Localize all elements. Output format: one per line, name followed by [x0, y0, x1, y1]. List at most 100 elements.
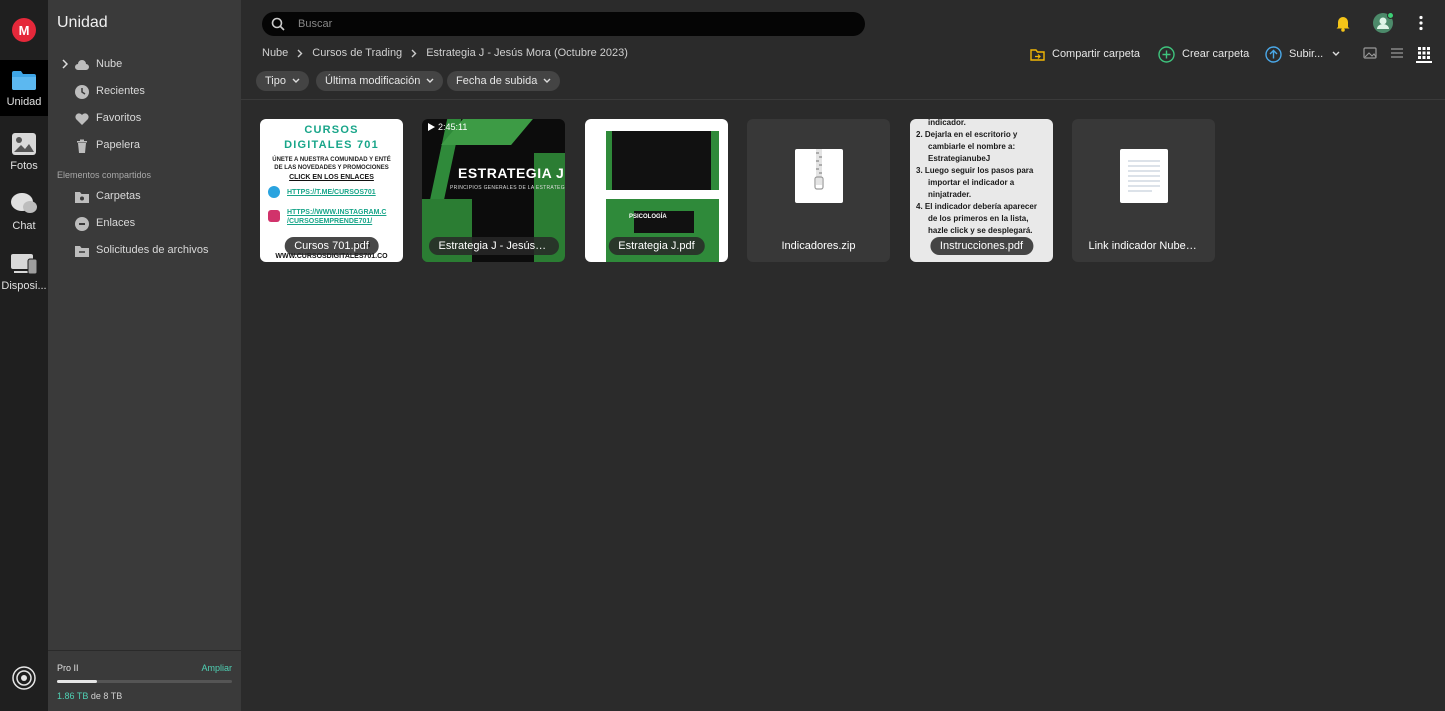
clock-icon	[75, 85, 89, 99]
text-file-icon	[1120, 149, 1168, 203]
sidebar-item-label: Papelera	[96, 139, 141, 151]
more-options-icon[interactable]	[1417, 15, 1425, 31]
preview-heading-line: CURSOS	[304, 124, 359, 136]
search-bar[interactable]	[262, 12, 865, 36]
sidebar-item-recientes[interactable]: Recientes	[48, 81, 241, 103]
preview-line: indicador.	[928, 119, 966, 127]
rail-label: Chat	[12, 220, 36, 232]
folder-icon	[12, 71, 36, 90]
chevron-down-icon[interactable]	[1332, 51, 1340, 57]
sidebar-item-solicitudes[interactable]: Solicitudes de archivos	[48, 240, 241, 262]
sidebar-title: Unidad	[57, 14, 108, 31]
file-name: Indicadores.zip	[781, 240, 856, 252]
sidebar-item-papelera[interactable]: Papelera	[48, 135, 241, 157]
filter-label: Tipo	[265, 75, 286, 87]
file-tile[interactable]: PSICOLOGÍA Estrategia J.pdf	[585, 119, 728, 262]
sidebar-item-nube[interactable]: Nube	[48, 54, 241, 76]
mega-logo[interactable]: M	[12, 18, 36, 42]
header-divider	[241, 99, 1445, 100]
file-name: Cursos 701.pdf	[284, 237, 379, 255]
rail-label: Fotos	[10, 160, 38, 172]
preview-link-instagram: HTTPS://WWW.INSTAGRAM.C /CURSOSEMPRENDE7…	[287, 208, 386, 226]
sidebar-item-label: Recientes	[96, 85, 145, 97]
preview-link-telegram: HTTPS://T.ME/CURSOS701	[287, 189, 376, 196]
rail-item-unidad[interactable]: Unidad	[0, 60, 48, 116]
filter-ultima-modificacion[interactable]: Última modificación	[316, 71, 444, 91]
telegram-icon	[268, 186, 280, 198]
video-duration: 2:45:11	[428, 122, 467, 132]
chevron-down-icon	[426, 78, 434, 83]
photos-icon	[12, 133, 36, 155]
file-tile[interactable]: Indicadores.zip	[747, 119, 890, 262]
preview-line: EstrategianubeJ	[928, 154, 991, 163]
cloud-icon	[75, 60, 89, 70]
plan-name: Pro II	[57, 663, 79, 673]
thumbnail-view-icon[interactable]	[1363, 46, 1377, 60]
filter-fecha-de-subida[interactable]: Fecha de subida	[447, 71, 561, 91]
upgrade-link[interactable]: Ampliar	[201, 663, 232, 673]
sidebar: Unidad Nube Recientes Favoritos Papelera…	[48, 0, 241, 711]
transfer-manager-icon[interactable]	[12, 666, 36, 690]
upload-button[interactable]: Subir...	[1265, 45, 1340, 63]
list-view-icon[interactable]	[1390, 46, 1404, 60]
preview-subtext: ÚNETE A NUESTRA COMUNIDAD Y ENTÉ DE LAS …	[260, 156, 403, 172]
chevron-right-icon[interactable]	[62, 59, 68, 69]
chevron-right-icon	[411, 49, 417, 57]
breadcrumb-current[interactable]: Estrategia J - Jesús Mora (Octubre 2023)	[426, 47, 628, 59]
search-icon	[271, 17, 285, 31]
preview-label: PSICOLOGÍA	[629, 214, 667, 220]
share-folder-button[interactable]: Compartir carpeta	[1030, 45, 1140, 63]
online-status-dot	[1387, 12, 1394, 19]
preview-subtitle: PRINCIPIOS GENERALES DE LA ESTRATEG	[450, 185, 565, 191]
preview-text: indicador. 2. Dejarla en el escritorio y…	[916, 119, 1051, 237]
devices-icon	[11, 254, 38, 275]
create-folder-label: Crear carpeta	[1182, 48, 1250, 60]
file-tile[interactable]: CURSOS DIGITALES 701 ÚNETE A NUESTRA COM…	[260, 119, 403, 262]
preview-slide	[606, 131, 719, 190]
storage-used: 1.86 TB	[57, 691, 89, 701]
preview-subtext-line: DE LAS NOVEDADES Y PROMOCIONES	[274, 165, 389, 171]
file-tile[interactable]: 2:45:11 ESTRATEGIA J PRINCIPIOS GENERALE…	[422, 119, 565, 262]
bell-icon[interactable]	[1335, 15, 1351, 32]
preview-line: de los primeros en la lista,	[928, 214, 1029, 223]
heart-icon	[75, 113, 89, 125]
storage-total: de 8 TB	[90, 691, 123, 701]
sidebar-item-label: Solicitudes de archivos	[96, 244, 209, 256]
search-input[interactable]	[298, 15, 838, 33]
upload-icon	[1265, 45, 1282, 63]
grid-view-icon	[1418, 47, 1430, 59]
preview-line: hazle click y se desplegará.	[928, 226, 1033, 235]
file-name: Link indicador Nube E...	[1088, 240, 1206, 252]
rail-item-chat[interactable]: Chat	[0, 184, 48, 240]
share-folder-label: Compartir carpeta	[1052, 48, 1141, 60]
breadcrumb: Nube Cursos de Trading Estrategia J - Je…	[262, 47, 628, 59]
rail-item-fotos[interactable]: Fotos	[0, 124, 48, 180]
rail-label: Disposi...	[1, 280, 47, 292]
file-tile[interactable]: indicador. 2. Dejarla en el escritorio y…	[910, 119, 1053, 262]
rail-item-dispositivos[interactable]: Disposi...	[0, 244, 48, 300]
storage-bar-fill	[57, 680, 98, 683]
breadcrumb-item[interactable]: Cursos de Trading	[312, 47, 402, 59]
plus-circle-icon	[1158, 45, 1175, 63]
breadcrumb-item[interactable]: Nube	[262, 47, 288, 59]
trash-icon	[77, 139, 87, 153]
link-icon	[75, 217, 89, 231]
grid-view-button[interactable]	[1416, 46, 1432, 63]
preview-heading: CURSOS DIGITALES 701	[260, 123, 403, 153]
preview-line: 3. Luego seguir los pasos para	[916, 166, 1034, 175]
sidebar-item-carpetas[interactable]: Carpetas	[48, 186, 241, 208]
create-folder-button[interactable]: Crear carpeta	[1158, 45, 1249, 63]
storage-panel: Pro II Ampliar 1.86 TB de 8 TB	[48, 650, 241, 711]
file-tile[interactable]: Link indicador Nube E...	[1072, 119, 1215, 262]
avatar[interactable]	[1373, 12, 1394, 33]
sidebar-item-favoritos[interactable]: Favoritos	[48, 108, 241, 130]
preview-subtext-line: ÚNETE A NUESTRA COMUNIDAD Y ENTÉ	[272, 157, 391, 163]
sidebar-item-enlaces[interactable]: Enlaces	[48, 213, 241, 235]
sidebar-item-label: Favoritos	[96, 112, 142, 124]
filter-label: Última modificación	[325, 75, 421, 87]
play-icon	[428, 123, 435, 131]
preview-link-line: HTTPS://WWW.INSTAGRAM.C	[287, 209, 387, 216]
chevron-down-icon	[543, 78, 551, 83]
preview-line: 2. Dejarla en el escritorio y	[916, 130, 1018, 139]
filter-tipo[interactable]: Tipo	[256, 71, 309, 91]
